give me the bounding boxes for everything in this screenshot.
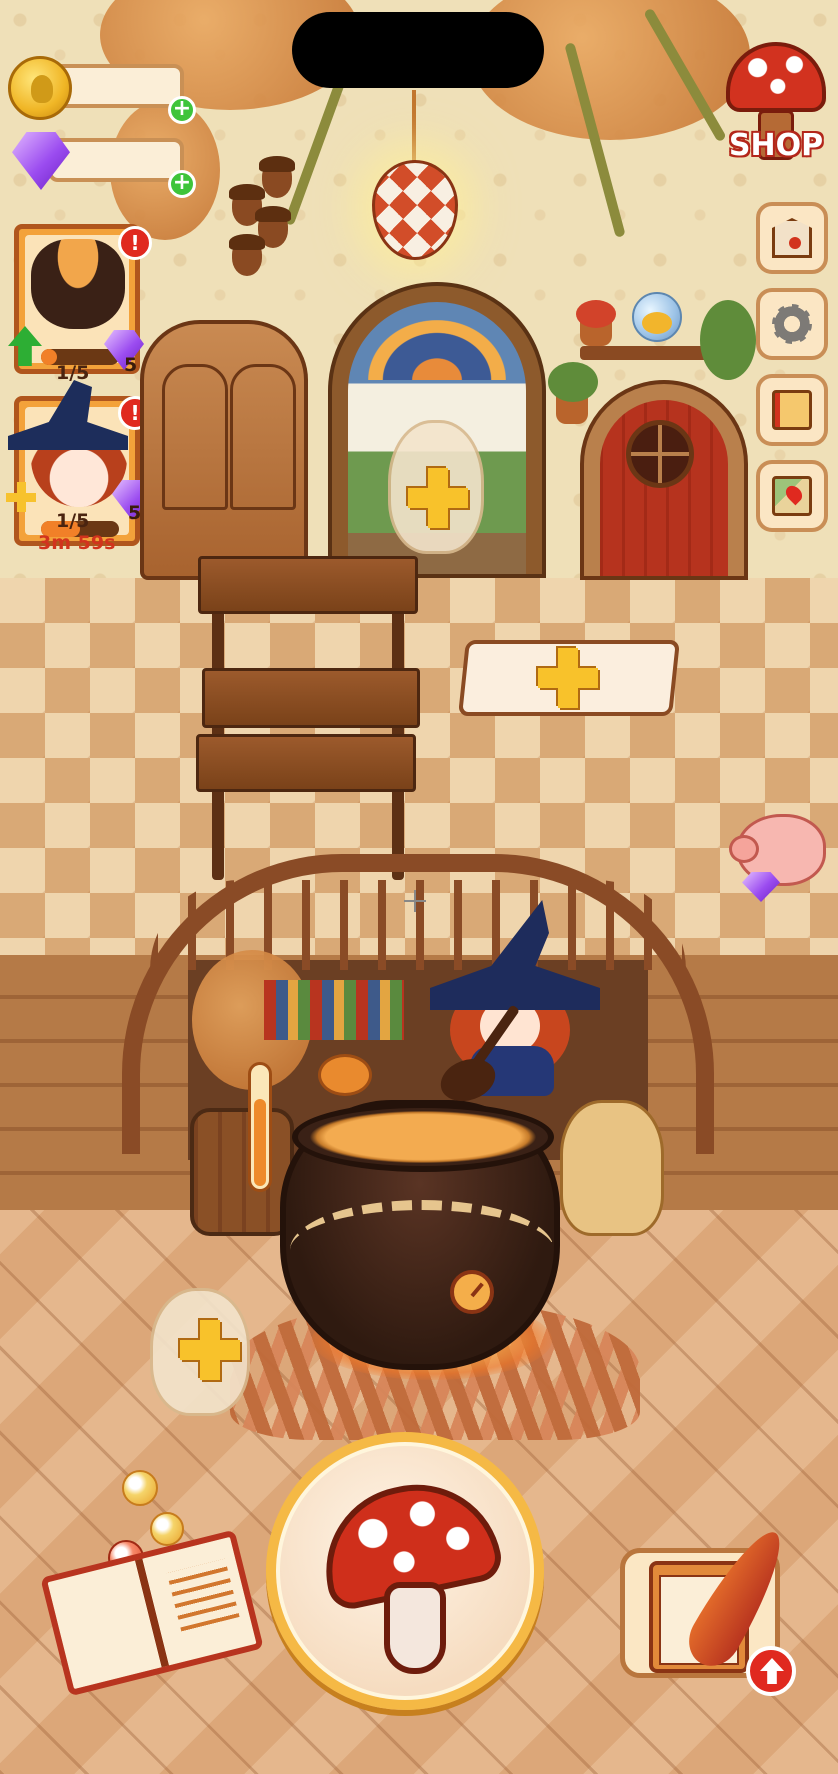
mail-button[interactable] — [756, 202, 828, 274]
shelf-leg — [392, 580, 404, 880]
add-mat-item-button[interactable] — [538, 648, 598, 708]
cauldron-icon — [31, 239, 125, 329]
plus-icon — [6, 482, 36, 512]
cauldron-rope — [290, 1200, 554, 1300]
coin-balance[interactable]: + — [8, 56, 196, 124]
spellbook-icon — [772, 390, 812, 430]
mail-icon — [772, 218, 812, 258]
bubble-icon — [122, 1470, 158, 1506]
bookshelf — [264, 980, 404, 1040]
shop-button[interactable]: SHOP — [720, 42, 832, 172]
spellbook-button[interactable] — [756, 374, 828, 446]
shop-label: SHOP — [728, 128, 824, 163]
pumpkin — [318, 1054, 372, 1096]
crosshair-cursor — [404, 890, 426, 912]
gem-count — [48, 138, 184, 182]
wooden-door — [580, 380, 748, 580]
cauldron-level: 1/5 — [56, 362, 90, 384]
settings-button[interactable] — [756, 288, 828, 360]
stained-glass-fan — [368, 320, 506, 380]
acorn — [259, 156, 295, 198]
witch-level: 1/5 — [56, 510, 90, 532]
shelf-plank — [202, 668, 420, 728]
barrel — [190, 1108, 294, 1236]
cauldron-gem-cost: 5 — [124, 354, 138, 376]
cauldron-progress-fill — [41, 349, 57, 365]
coin-icon — [8, 56, 72, 120]
heat-gauge — [248, 1062, 272, 1192]
green-plant — [548, 362, 598, 402]
gem-balance[interactable]: + — [8, 130, 196, 198]
mushroom-stem-icon — [384, 1582, 446, 1674]
lamp-cord — [412, 90, 416, 162]
potion-surface — [292, 1102, 554, 1172]
stopwatch-icon — [450, 1270, 494, 1314]
upgrade-arrow-icon[interactable] — [746, 1646, 796, 1696]
map-icon — [772, 476, 812, 516]
add-gems-button[interactable]: + — [168, 170, 196, 198]
heat-gauge-fill — [254, 1099, 266, 1186]
witch-timer: 3m 59s — [38, 532, 116, 554]
shelf-plank — [196, 734, 416, 792]
add-window-pet-button[interactable] — [408, 468, 468, 528]
shelf-plank — [198, 556, 418, 614]
brew-button[interactable] — [266, 1432, 544, 1710]
shelf-leg — [212, 580, 224, 880]
cauldron-alert-badge: ! — [118, 226, 152, 260]
add-pet-button[interactable] — [180, 1320, 240, 1380]
acorn — [229, 234, 265, 276]
mushroom-cap-icon — [726, 42, 826, 112]
device-notch — [292, 12, 544, 88]
bubble-icon — [150, 1512, 184, 1546]
wardrobe — [140, 320, 308, 580]
coins-in-crystal-ball — [642, 312, 672, 334]
ivy-plant — [700, 300, 756, 380]
gear-icon — [772, 304, 812, 344]
ingredient-sack — [560, 1100, 664, 1236]
add-coins-button[interactable]: + — [168, 96, 196, 124]
map-button[interactable] — [756, 460, 828, 532]
door-window — [626, 420, 694, 488]
flower-plant — [576, 300, 616, 328]
